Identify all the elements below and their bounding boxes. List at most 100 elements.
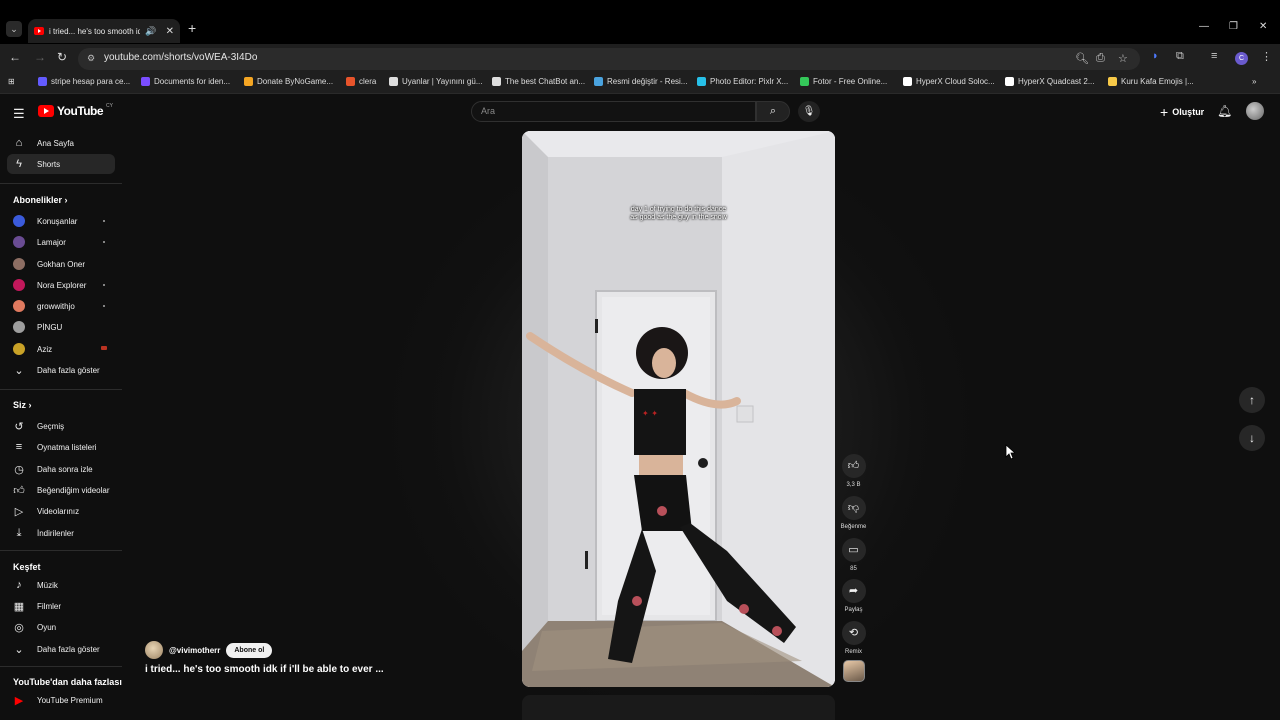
back-icon[interactable]: ← (9, 50, 21, 64)
short-title[interactable]: i tried... he's too smooth idk if i'll b… (145, 664, 384, 675)
remix-button[interactable]: ⟲ (841, 621, 866, 645)
sidebar-item-movies[interactable]: ▦ Filmler (7, 596, 115, 616)
sidebar-item-subscription[interactable]: Aziz (7, 339, 115, 359)
forward-icon[interactable]: → (34, 50, 46, 64)
address-bar[interactable]: ⚙ youtube.com/shorts/voWEA-3I4Do 🔍︎ ⎙ ☆ (78, 48, 1140, 70)
bookmarks-overflow-icon[interactable]: » (1252, 77, 1256, 86)
search-input[interactable]: Ara (471, 101, 756, 122)
sidebar-item-subscription[interactable]: Konuşanlar (7, 211, 115, 231)
sidebar-item-subscription[interactable]: growwithjo (7, 296, 115, 316)
shorts-video-player[interactable]: ✦ ✦ day 1 of trying to do this dance as … (522, 131, 835, 687)
share-button[interactable]: ➦ (841, 579, 866, 603)
bookmark-item[interactable]: Donate ByNoGame... (244, 77, 333, 86)
bookmark-favicon-icon (492, 77, 501, 86)
reload-icon[interactable]: ↻ (57, 50, 67, 64)
speaker-icon[interactable]: 🔊 (145, 26, 156, 37)
sidebar-item-shorts[interactable]: ϟ Shorts (7, 154, 115, 174)
restore-icon[interactable]: ❐ (1229, 21, 1238, 32)
extensions-puzzle-icon[interactable]: ⧉ (1176, 50, 1184, 63)
extension-icon[interactable]: ◗ (1152, 50, 1159, 62)
bookmark-item[interactable]: clera (346, 77, 376, 86)
subscribe-button[interactable]: Abone ol (226, 642, 273, 658)
notifications-bell-icon[interactable]: 🔔︎ (1217, 104, 1232, 118)
install-app-icon[interactable]: ⎙ (1096, 52, 1105, 65)
like-button[interactable]: 👍︎ (841, 454, 866, 478)
dislike-button[interactable]: 👎︎ (841, 496, 866, 520)
chevron-down-icon: ⌄ (14, 643, 24, 656)
you-header[interactable]: Siz › (13, 400, 32, 410)
hamburger-menu-icon[interactable]: ☰ (13, 106, 25, 122)
sidebar-item-playlists[interactable]: ≡ Oynatma listeleri (7, 437, 115, 457)
youtube-wordmark: YouTube (57, 104, 104, 118)
bookmark-item[interactable]: The best ChatBot an... (492, 77, 585, 86)
sidebar-item-home[interactable]: ⌂ Ana Sayfa (7, 133, 115, 153)
video-icon: ▷ (14, 505, 24, 518)
channel-avatar (13, 321, 25, 333)
show-more-subscriptions[interactable]: ⌄ Daha fazla göster (7, 360, 115, 380)
sidebar-item-history[interactable]: ↺ Geçmiş (7, 416, 115, 436)
remix-action: ⟲ Remix (841, 621, 866, 655)
sound-thumbnail[interactable] (843, 660, 865, 682)
clock-icon: ◷ (14, 463, 24, 476)
bookmark-item[interactable]: Photo Editor: Pixlr X... (697, 77, 788, 86)
sidebar-item-music[interactable]: ♪ Müzik (7, 575, 115, 595)
channel-avatar (13, 279, 25, 291)
channel-handle[interactable]: @vivimotherr (169, 646, 220, 655)
search-button[interactable]: ⌕ (756, 101, 790, 122)
new-tab-button[interactable]: + (188, 20, 196, 36)
sidebar-item-downloads[interactable]: ⤓ İndirilenler (7, 523, 115, 543)
sidebar-item-subscription[interactable]: Nora Explorer (7, 275, 115, 295)
channel-avatar[interactable] (145, 641, 163, 659)
show-more-explore[interactable]: ⌄ Daha fazla göster (7, 639, 115, 659)
sidebar-item-subscription[interactable]: PİNGU (7, 317, 115, 337)
arrow-down-icon: ↓ (1249, 431, 1255, 445)
bookmark-item[interactable]: Resmi değiştir - Resi... (594, 77, 687, 86)
sidebar-item-watch-later[interactable]: ◷ Daha sonra izle (7, 459, 115, 479)
tab-close-icon[interactable]: ✕ (166, 26, 174, 37)
bookmark-item[interactable]: stripe hesap para ce... (38, 77, 130, 86)
like-action: 👍︎ 3,3 B (841, 454, 866, 488)
next-short-preview[interactable] (522, 695, 835, 720)
subscriptions-header[interactable]: Abonelikler › (13, 195, 68, 205)
like-count: 3,3 B (846, 482, 861, 488)
tab-search-button[interactable]: ⌄ (6, 21, 22, 37)
bookmark-item[interactable]: HyperX Cloud Soloc... (903, 77, 995, 86)
bookmark-item[interactable]: Documents for iden... (141, 77, 230, 86)
create-button[interactable]: + Oluştur (1160, 104, 1204, 120)
bookmark-star-icon[interactable]: ☆ (1118, 52, 1128, 65)
sidebar-item-subscription[interactable]: Lamajor (7, 232, 115, 252)
next-short-button[interactable]: ↓ (1239, 425, 1265, 451)
minimize-icon[interactable]: — (1199, 21, 1209, 32)
profile-avatar[interactable]: C (1235, 52, 1248, 65)
chevron-right-icon: › (28, 400, 32, 410)
apps-grid-icon[interactable]: ⊞ (8, 77, 15, 86)
sidebar-item-liked-videos[interactable]: 👍︎ Beğendiğim videolar (7, 480, 115, 500)
bookmark-item[interactable]: HyperX Quadcast 2... (1005, 77, 1094, 86)
dislike-action: 👎︎ Beğenme (841, 496, 866, 530)
youtube-logo[interactable]: YouTube CY (38, 103, 113, 118)
media-control-icon[interactable]: ≡ (1211, 50, 1217, 62)
channel-avatar (13, 236, 25, 248)
site-info-icon[interactable]: ⚙ (87, 53, 95, 64)
previous-short-button[interactable]: ↑ (1239, 387, 1265, 413)
bookmark-item[interactable]: Fotor - Free Online... (800, 77, 887, 86)
window-close-icon[interactable]: ✕ (1259, 21, 1267, 32)
sidebar-item-subscription[interactable]: Gokhan Oner (7, 254, 115, 274)
browser-menu-icon[interactable]: ⋮ (1261, 50, 1272, 63)
live-indicator (101, 346, 107, 350)
comments-button[interactable]: ▭ (841, 538, 866, 562)
plus-icon: + (1160, 104, 1169, 120)
sidebar-item-gaming[interactable]: ◎ Oyun (7, 617, 115, 637)
browser-tab-active[interactable]: i tried... he's too smooth idk 🔊 ✕ (28, 19, 180, 43)
new-content-dot (103, 284, 105, 286)
zoom-icon[interactable]: 🔍︎ (1075, 52, 1089, 65)
bookmark-favicon-icon (244, 77, 253, 86)
bookmark-item[interactable]: Uyanlar | Yayınını gü... (389, 77, 483, 86)
sidebar-item-premium[interactable]: ▶ YouTube Premium (7, 690, 115, 710)
bookmark-item[interactable]: Kuru Kafa Emojis |... (1108, 77, 1194, 86)
voice-search-button[interactable]: 🎙︎ (798, 101, 820, 122)
sidebar-divider (0, 183, 122, 184)
account-avatar[interactable] (1246, 102, 1264, 120)
sidebar-item-your-videos[interactable]: ▷ Videolarınız (7, 501, 115, 521)
bookmark-favicon-icon (594, 77, 603, 86)
